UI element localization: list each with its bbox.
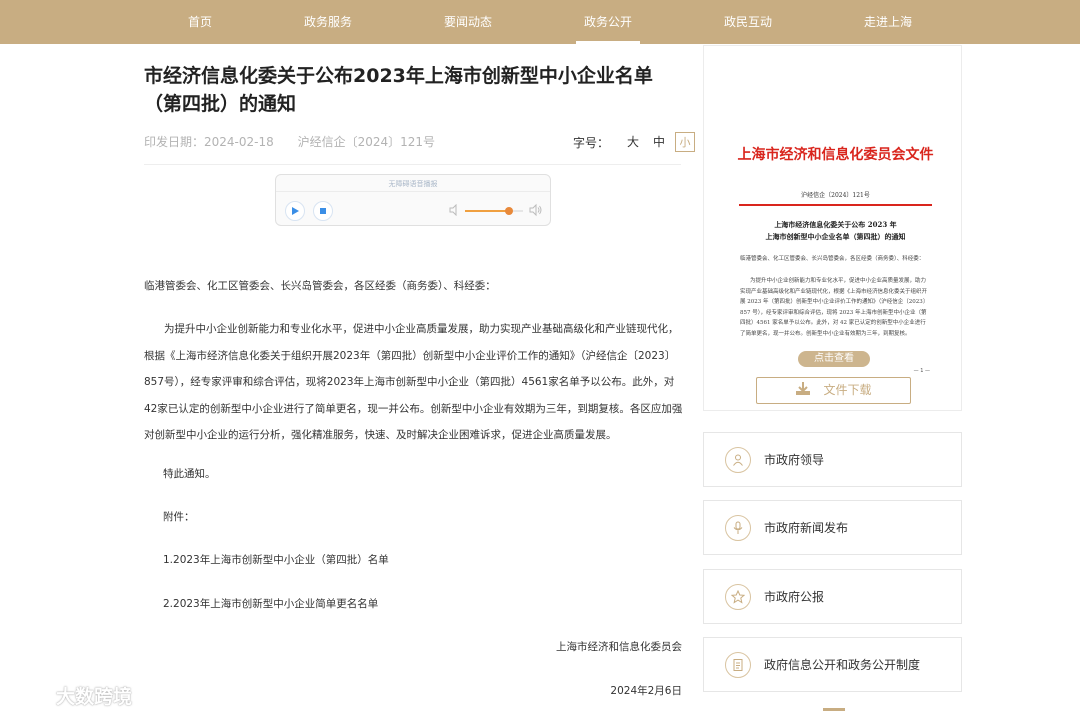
volume-slider-fill [465, 210, 509, 212]
link-card-label: 市政府公报 [764, 590, 825, 604]
file-download-label: 文件下载 [823, 383, 872, 397]
audio-player: 无障碍语音播报 [275, 174, 551, 226]
link-card-leaders[interactable]: 市政府领导 [703, 432, 962, 487]
font-size-small[interactable]: 小 [675, 132, 696, 152]
document-red-line [739, 204, 932, 206]
volume-high-icon [529, 203, 542, 217]
document-preview-card: 上海市经济和信息化委员会文件 沪经信企〔2024〕121号 上海市经济信息化委关… [703, 45, 962, 411]
issuer: 上海市经济和信息化委员会 [556, 641, 682, 653]
nav-item-news[interactable]: 要闻动态 [408, 0, 528, 44]
watermark: 大数跨境 [10, 682, 132, 708]
stop-button[interactable] [313, 201, 333, 221]
page-title: 市经济信息化委关于公布2023年上海市创新型中小企业名单（第四批）的通知 [144, 65, 653, 115]
document-thumbnail-title-line1: 上海市经济信息化委关于公布 2023 年 [774, 220, 897, 229]
addressee: 临港管委会、化工区管委会、长兴岛管委会，各区经委（商务委）、科经委： [144, 280, 496, 292]
font-size-large[interactable]: 大 [623, 132, 643, 152]
leader-icon [725, 447, 751, 473]
font-size-medium[interactable]: 中 [649, 132, 669, 152]
publish-date: 印发日期：2024-02-18 [144, 135, 274, 149]
link-card-label: 市政府新闻发布 [764, 521, 849, 535]
nav-item-interaction[interactable]: 政民互动 [688, 0, 808, 44]
link-card-label: 政府信息公开和政务公开制度 [764, 658, 921, 672]
link-card-label: 市政府领导 [764, 453, 825, 467]
document-thumbnail-title-line2: 上海市创新型中小企业名单（第四批）的通知 [765, 232, 906, 241]
issue-date: 2024年2月6日 [610, 685, 682, 697]
attachments-label: 附件： [163, 511, 195, 523]
document-thumbnail-title: 上海市经济信息化委关于公布 2023 年 上海市创新型中小企业名单（第四批）的通… [737, 219, 934, 243]
link-card-gazette[interactable]: 市政府公报 [703, 569, 962, 624]
attachment-link-2[interactable]: 2.2023年上海市创新型中小企业简单更名名单 [163, 596, 703, 611]
document-number: 沪经信企〔2024〕121号 [297, 135, 436, 149]
font-size-label: 字号： [573, 135, 610, 150]
nav-item-about-shanghai[interactable]: 走进上海 [828, 0, 948, 44]
volume-slider[interactable] [465, 207, 523, 215]
article-meta: 印发日期：2024-02-18 沪经信企〔2024〕121号 [144, 133, 455, 150]
document-page-number: — 1 — [913, 368, 930, 374]
volume-low-icon [449, 204, 457, 216]
audio-player-divider [276, 191, 550, 192]
watermark-text: 大数跨境 [56, 685, 133, 708]
document-thumbnail-number: 沪经信企〔2024〕121号 [801, 192, 870, 199]
document-thumbnail-addressee: 临港管委会、化工区管委会、长兴岛管委会，各区经委（商务委）、科经委： [740, 256, 925, 262]
microphone-icon [725, 515, 751, 541]
header-divider [144, 164, 681, 165]
attachment-link-1[interactable]: 1.2023年上海市创新型中小企业（第四批）名单 [163, 552, 703, 567]
file-download-button[interactable]: 文件下载 [756, 377, 911, 404]
link-card-disclosure-system[interactable]: 政府信息公开和政务公开制度 [703, 637, 962, 692]
view-document-button[interactable]: 点击查看 [798, 351, 870, 367]
link-card-press-release[interactable]: 市政府新闻发布 [703, 500, 962, 555]
article-body: 为提升中小企业创新能力和专业化水平，促进中小企业高质量发展，助力实现产业基础高级… [144, 323, 683, 441]
nav-item-home[interactable]: 首页 [140, 0, 260, 44]
document-icon [725, 652, 751, 678]
play-button[interactable] [285, 201, 305, 221]
document-header: 上海市经济和信息化委员会文件 [737, 147, 934, 163]
audio-player-title: 无障碍语音播报 [388, 180, 438, 188]
document-thumbnail[interactable]: 上海市经济和信息化委员会文件 沪经信企〔2024〕121号 上海市经济信息化委关… [737, 54, 934, 374]
play-icon [292, 207, 299, 215]
closing-notice: 特此通知。 [163, 468, 216, 480]
top-navigation: 首页 政务服务 要闻动态 政务公开 政民互动 走进上海 [0, 0, 1080, 44]
watermark-logo-icon [12, 686, 49, 705]
download-icon [796, 382, 811, 395]
star-icon [725, 584, 751, 610]
nav-item-services[interactable]: 政务服务 [268, 0, 388, 44]
stop-icon [320, 208, 326, 214]
volume-slider-handle[interactable] [504, 207, 513, 215]
font-size-switcher: 字号： 大 中 小 [573, 132, 696, 152]
nav-item-gov-open[interactable]: 政务公开 [548, 0, 668, 44]
scroll-indicator [823, 708, 845, 711]
